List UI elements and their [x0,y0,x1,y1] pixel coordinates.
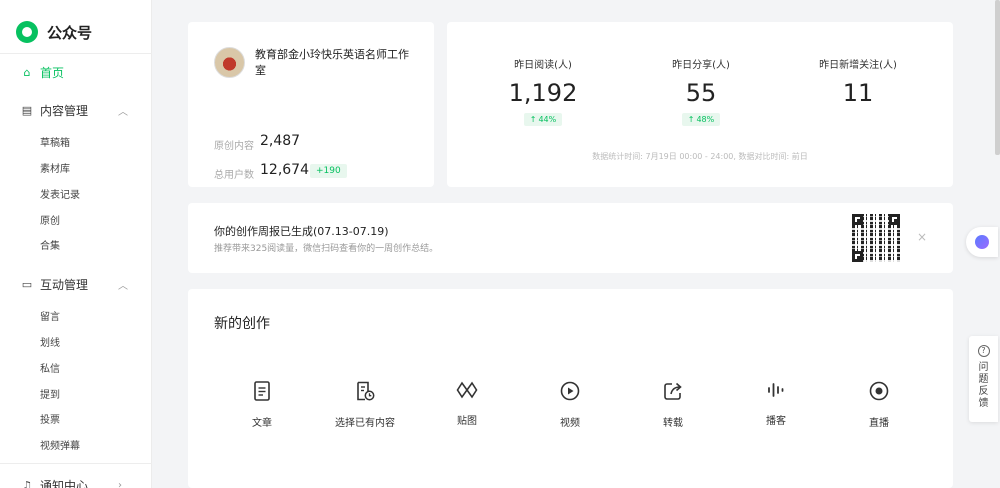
section-title: 新的创作 [214,316,270,332]
sidebar-item-comments[interactable]: 留言 [40,310,60,326]
brand-logo[interactable]: 公众号 [16,20,92,44]
tool-label: 选择已有内容 [335,418,395,429]
users-delta-badge: +190 [310,164,347,178]
share-icon [664,382,682,400]
nav-notifications-label: 通知中心 [40,478,89,488]
sidebar-item-collections[interactable]: 合集 [40,239,60,255]
select-existing-content-button[interactable]: 选择已有内容 [325,381,405,429]
create-image-post-button[interactable]: 贴图 [427,381,507,427]
report-title: 你的创作周报已生成(07.13-07.19) [214,225,389,238]
tool-label: 文章 [252,418,272,429]
nav-interaction-management[interactable]: ▭ 互动管理 ︿ [0,273,152,295]
nav-content-label: 内容管理 [40,103,89,118]
tool-label: 直播 [869,418,889,429]
sidebar-item-votes[interactable]: 投票 [40,413,60,429]
metric-label: 昨日分享(人) [672,60,730,71]
sidebar-item-materials[interactable]: 素材库 [40,162,70,178]
repost-button[interactable]: 转载 [633,381,713,429]
metric-value: 11 [842,79,874,107]
assistant-icon [975,235,989,249]
arrow-up-icon: ↑ [687,115,695,124]
qr-corner [889,214,900,225]
account-card: 教育部金小玲快乐英语名师工作室 原创内容 2,487 总用户数 12,674 +… [188,22,434,187]
nav-home[interactable]: ⌂ 首页 [0,61,152,83]
article-icon [254,381,270,401]
home-icon: ⌂ [23,65,31,79]
metric-change-badge: ↑ 48% [681,113,721,126]
live-icon [869,381,889,401]
assistant-button[interactable] [966,227,998,257]
divider [0,53,152,54]
arrow-up-icon: ↑ [529,115,537,124]
question-icon: ? [977,345,990,357]
create-article-button[interactable]: 文章 [222,381,302,429]
feedback-label: 问题反馈 [978,362,989,409]
scrollbar[interactable] [995,0,1000,155]
tool-label: 贴图 [457,416,477,427]
nav-home-label: 首页 [40,65,65,80]
wechat-mp-logo-icon [16,21,38,43]
users-label: 总用户数 [214,170,254,181]
sidebar-item-video-danmaku[interactable]: 视频弹幕 [40,439,80,455]
users-value: 12,674 [260,162,309,178]
qr-corner [852,251,863,262]
nav-notifications[interactable]: ♫ 通知中心 › [0,474,152,488]
sidebar-item-original[interactable]: 原创 [40,214,60,230]
tool-label: 播客 [766,416,786,427]
metric-value: 1,192 [508,79,578,107]
metric-shares: 昨日分享(人) 55 ↑ 48% [646,56,756,126]
app-title: 公众号 [47,23,93,42]
new-creation-card: 新的创作 文章 选择已有内容 贴图 视频 转载 播客 直播 [188,289,953,488]
stats-card: 昨日阅读(人) 1,192 ↑ 44% 昨日分享(人) 55 ↑ 48% 昨日新增关… [447,22,953,187]
audio-wave-icon [768,383,784,397]
metric-label: 昨日新增关注(人) [819,60,897,71]
sidebar-item-drafts[interactable]: 草稿箱 [40,136,70,152]
metric-value: 55 [685,79,717,107]
chevron-up-icon: ︿ [118,106,128,118]
metric-change-badge: ↑ 44% [523,113,563,126]
comment-icon: ▭ [21,277,33,291]
sidebar-item-highlights[interactable]: 划线 [40,336,60,352]
originals-label: 原创内容 [214,141,254,152]
account-name: 教育部金小玲快乐英语名师工作室 [255,48,409,77]
create-live-button[interactable]: 直播 [839,381,919,429]
stats-note: 数据统计时间: 7月19日 00:00 - 24:00, 数据对比时间: 前日 [592,152,808,161]
create-video-button[interactable]: 视频 [530,381,610,429]
avatar[interactable] [214,47,245,78]
chevron-up-icon: ︿ [118,280,128,292]
sidebar-item-mentions[interactable]: 提到 [40,388,60,404]
feedback-button[interactable]: ? 问题反馈 [969,336,998,422]
metric-new-followers: 昨日新增关注(人) 11 [803,56,913,107]
bell-icon: ♫ [22,478,32,488]
nav-interaction-label: 互动管理 [40,277,89,292]
document-clock-icon [357,381,375,401]
metric-label: 昨日阅读(人) [514,60,572,71]
image-post-icon [456,381,478,399]
play-circle-icon [560,381,580,401]
sidebar: 公众号 ⌂ 首页 ▤ 内容管理 ︿ 草稿箱 素材库 发表记录 原创 合集 ▭ 互… [0,0,152,488]
weekly-report-banner[interactable]: 你的创作周报已生成(07.13-07.19) 推荐带来325阅读量，微信扫码查看… [188,203,953,273]
report-subtitle: 推荐带来325阅读量，微信扫码查看你的一周创作总结。 [214,244,439,254]
metric-reads: 昨日阅读(人) 1,192 ↑ 44% [488,56,598,126]
create-podcast-button[interactable]: 播客 [736,381,816,427]
originals-value: 2,487 [260,133,301,149]
qr-corner [852,214,863,225]
sidebar-item-messages[interactable]: 私信 [40,362,60,378]
close-icon[interactable]: × [917,230,927,244]
tool-label: 视频 [560,418,580,429]
metric-change: 48% [696,115,715,124]
sidebar-item-publish-records[interactable]: 发表记录 [40,188,80,204]
divider [0,463,152,464]
chevron-right-icon: › [118,479,122,488]
metric-change: 44% [538,115,557,124]
nav-content-management[interactable]: ▤ 内容管理 ︿ [0,99,152,121]
tool-label: 转载 [663,418,683,429]
document-icon: ▤ [21,103,33,117]
